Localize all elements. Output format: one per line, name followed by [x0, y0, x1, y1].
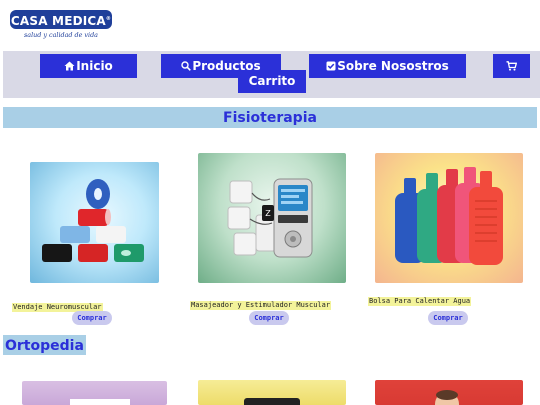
- section-heading-ortopedia: Ortopedia: [3, 335, 86, 355]
- product-image-bolsa[interactable]: [375, 153, 523, 283]
- brand-logo-box: CASA MEDICA®: [10, 10, 112, 29]
- product-image-ortopedia-1[interactable]: [22, 381, 167, 405]
- product-name: Masajeador y Estimulador Muscular: [190, 301, 332, 310]
- section-heading-fisioterapia: Fisioterapia: [3, 107, 537, 128]
- product-image-ortopedia-2[interactable]: [198, 380, 346, 405]
- search-icon: [181, 55, 192, 78]
- nav-carrito-label: Carrito: [248, 74, 296, 88]
- registered-mark: ®: [105, 16, 112, 22]
- svg-text:Z: Z: [265, 209, 271, 218]
- nav-inicio-label: Inicio: [76, 59, 113, 73]
- nav-carrito-button[interactable]: Carrito: [238, 70, 306, 93]
- check-square-icon: [326, 55, 336, 78]
- buy-button[interactable]: Comprar: [249, 311, 289, 325]
- nav-inicio-button[interactable]: Inicio: [40, 54, 137, 78]
- buy-button[interactable]: Comprar: [72, 311, 112, 325]
- cart-icon: [506, 55, 517, 78]
- buy-button[interactable]: Comprar: [428, 311, 468, 325]
- main-nav: Inicio Productos Sobre Nosostros Carrito: [3, 51, 540, 98]
- product-image-vendaje[interactable]: [30, 162, 159, 283]
- home-icon: [64, 55, 75, 78]
- section-title: Fisioterapia: [223, 110, 317, 126]
- nav-sobre-label: Sobre Nosostros: [337, 59, 449, 73]
- brand-tagline: salud y calidad de vida: [24, 31, 98, 39]
- nav-cart-icon-button[interactable]: [493, 54, 530, 78]
- product-image-masajeador[interactable]: Z: [198, 153, 346, 283]
- product-name: Bolsa Para Calentar Agua: [368, 297, 472, 306]
- nav-sobre-nosotros-button[interactable]: Sobre Nosostros: [309, 54, 466, 78]
- brand-logo[interactable]: CASA MEDICA® salud y calidad de vida: [10, 10, 112, 39]
- section-title: Ortopedia: [5, 338, 84, 354]
- brand-name: CASA MEDICA: [10, 14, 106, 28]
- product-image-ortopedia-3[interactable]: [375, 380, 523, 405]
